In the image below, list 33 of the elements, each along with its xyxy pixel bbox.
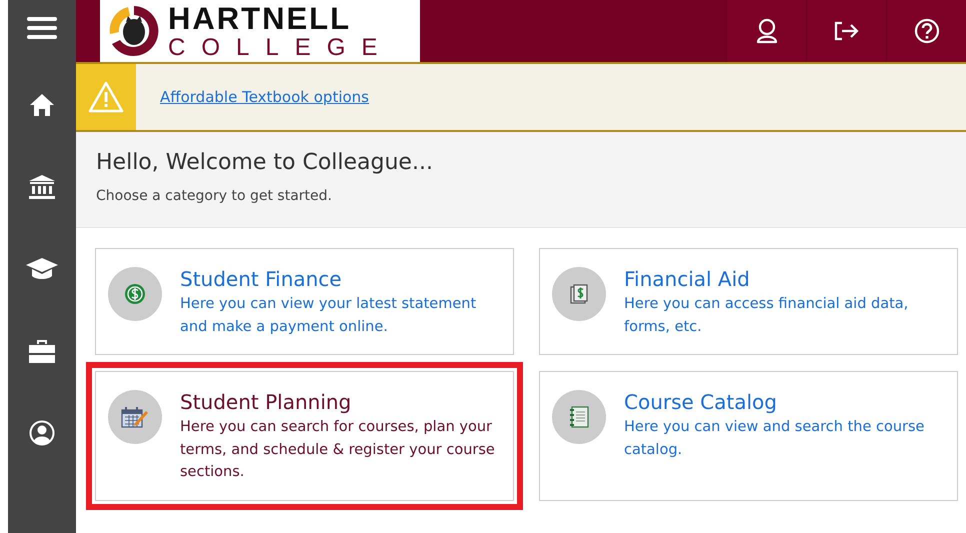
calendar-pencil-icon: [121, 406, 149, 428]
menu-icon: [27, 16, 57, 40]
tile-title: Financial Aid: [624, 267, 751, 292]
tile-title: Student Planning: [180, 390, 352, 414]
home-icon: [29, 93, 55, 117]
logo-subtitle: COLLEGE: [168, 36, 394, 60]
help-button[interactable]: [886, 0, 966, 62]
sign-out-button[interactable]: [806, 0, 886, 62]
profile-icon: [29, 420, 55, 446]
logo-name: HARTNELL: [168, 2, 352, 34]
tile-description: Here you can view and search the course catalog.: [624, 418, 926, 460]
help-icon: [914, 18, 940, 44]
warning-icon: [88, 81, 124, 113]
sign-out-icon: [834, 21, 860, 41]
welcome-title: Hello, Welcome to Colleague...: [96, 150, 434, 176]
document-dollar-icon: [568, 283, 590, 306]
dollar-coin-icon: [124, 283, 146, 306]
graduation-cap-icon: [25, 257, 59, 281]
briefcase-icon: [28, 338, 56, 364]
user-icon: [754, 18, 778, 44]
bank-icon: [28, 174, 56, 200]
category-tile[interactable]: Financial Aid Here you can access financial aid data, forms, etc.: [539, 248, 958, 356]
category-tile[interactable]: Course Catalog Here you can view and search the course catalog.: [539, 371, 958, 501]
notebook-icon: [568, 405, 590, 430]
tile-description: Here you can view your latest statement and make a payment online.: [180, 295, 478, 337]
tile-title: Course Catalog: [624, 390, 778, 414]
category-tile[interactable]: Student Finance Here you can view your latest statement and make a payment online.: [95, 248, 514, 356]
tile-description: Here you can search for courses, plan your terms, and schedule & register your course sections.: [180, 418, 496, 482]
textbook-link[interactable]: Affordable Textbook options: [160, 86, 369, 108]
tile-description: Here you can access financial aid data, forms, etc.: [624, 295, 910, 337]
tile-title: Student Finance: [180, 267, 343, 292]
welcome-subtitle: Choose a category to get started.: [96, 187, 333, 206]
user-button[interactable]: [726, 0, 806, 62]
